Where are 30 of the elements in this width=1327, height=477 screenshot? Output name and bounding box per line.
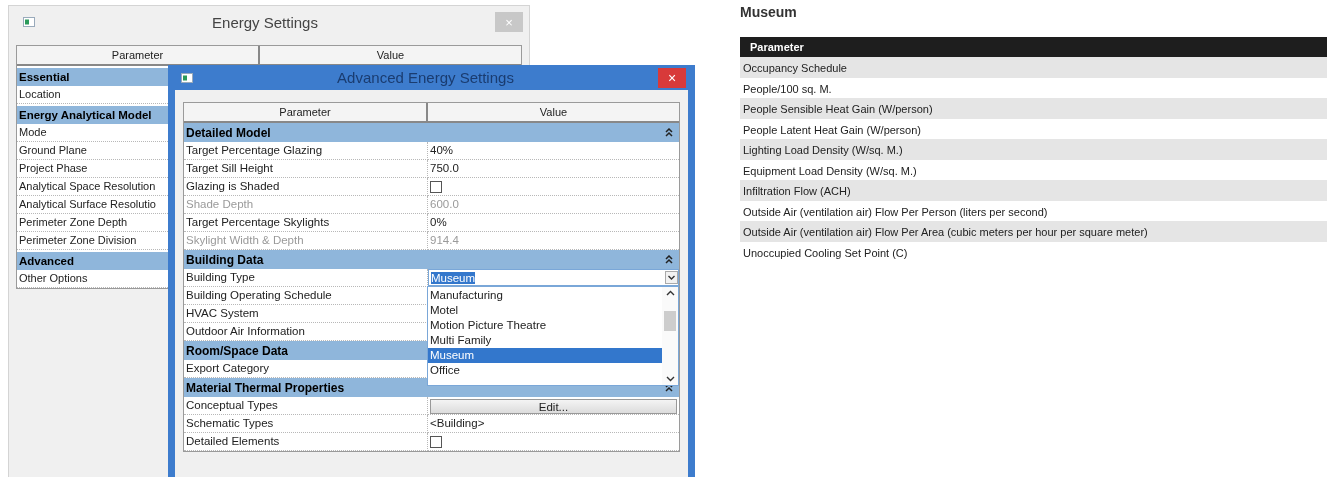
parameter-cell: Target Sill Height: [184, 160, 428, 178]
table-cell: People Sensible Heat Gain (W/person): [740, 98, 1327, 119]
category-label: Material Thermal Properties: [186, 380, 345, 395]
parameter-cell: Schematic Types: [184, 415, 428, 433]
parameter-cell: Shade Depth: [184, 196, 428, 214]
parameter-cell: Target Percentage Skylights: [184, 214, 428, 232]
parameter-cell: Building Type: [184, 269, 428, 287]
table-cell-text: Outside Air (ventilation air) Flow Per Person (liters per second): [742, 204, 1049, 220]
table-cell-text: People/100 sq. M.: [742, 81, 833, 97]
table-cell: Infiltration Flow (ACH): [740, 180, 1327, 201]
category-label: Energy Analytical Model: [19, 109, 152, 121]
table-cell-text: People Latent Heat Gain (W/person): [742, 122, 922, 138]
category-label: Essential: [19, 71, 70, 83]
table-cell: Lighting Load Density (W/sq. M.): [740, 139, 1327, 160]
column-header: Parameter: [740, 37, 1327, 57]
window-title: Energy Settings: [211, 13, 319, 31]
category-label: Building Data: [186, 252, 264, 267]
table-cell-text: Equipment Load Density (W/sq. M.): [742, 163, 918, 179]
section-title: Museum: [740, 4, 798, 20]
category-label: Advanced: [19, 255, 74, 267]
category-label: Room/Space Data: [186, 343, 289, 358]
parameter-cell: Glazing is Shaded: [184, 178, 428, 196]
window-title: Advanced Energy Settings: [336, 69, 515, 86]
table-cell-text: Unoccupied Cooling Set Point (C): [742, 245, 909, 261]
table-cell: Outside Air (ventilation air) Flow Per Area (cubic meters per hour per square meter): [740, 221, 1327, 242]
parameter-cell: Conceptual Types: [184, 397, 428, 415]
table-cell: Occupancy Schedule: [740, 57, 1327, 78]
parameter-cell: Detailed Elements: [184, 433, 428, 451]
parameter-cell: Skylight Width & Depth: [184, 232, 428, 250]
parameter-cell: Target Percentage Glazing: [184, 142, 428, 160]
